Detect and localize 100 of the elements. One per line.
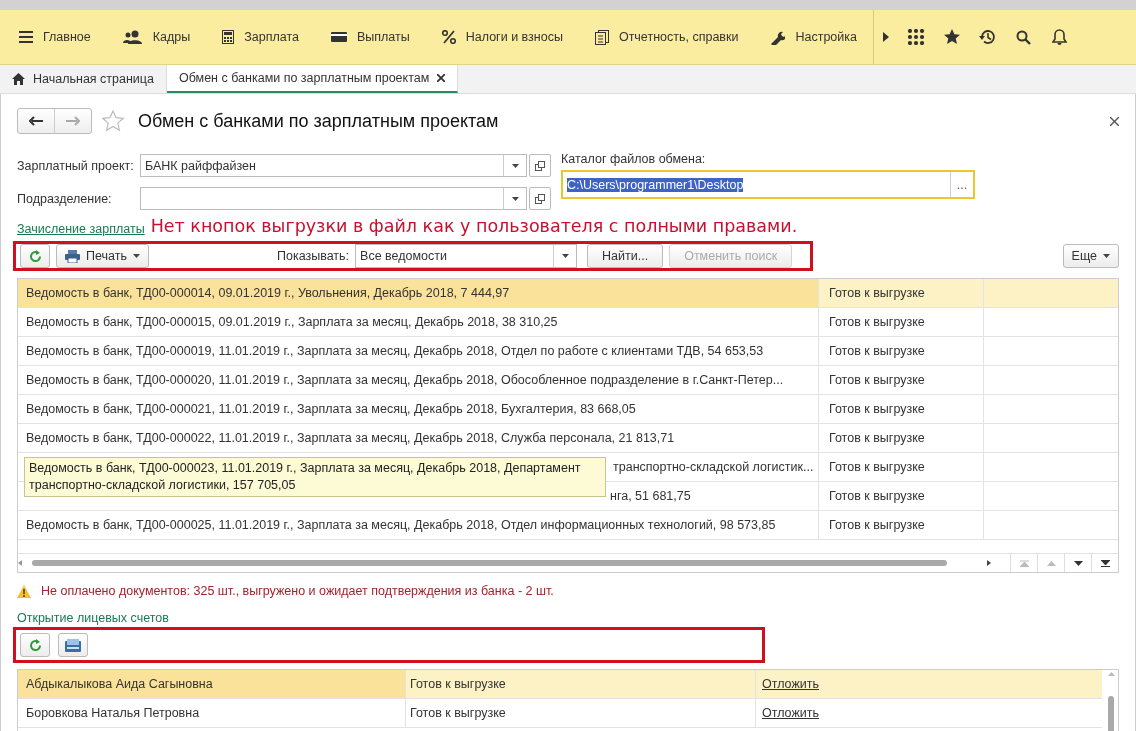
scrollbar-thumb[interactable]	[32, 560, 947, 566]
close-icon	[437, 74, 446, 82]
section-menu-item[interactable]: Выплаты	[311, 10, 423, 64]
home-icon	[12, 73, 25, 85]
table-cell-text: Боровкова Наталья Петровна	[25, 705, 201, 722]
statement-row[interactable]: Ведомость в банк, ТД00-000020, 11.01.2019 г., Зарплата за месяц, Декабрь 2018, Обособленное подразделение в г.Санкт-Петер... Готов к выгрузке	[18, 366, 1118, 395]
print-button[interactable]: Печать	[56, 244, 149, 268]
refresh-button[interactable]	[20, 244, 50, 268]
table-cell: Готов к выгрузке	[818, 366, 983, 394]
table-cell: Ведомость в банк, ТД00-000015, 09.01.2019 г., Зарплата за месяц, Декабрь 2018, 38 310,25	[26, 315, 558, 329]
table-cell: Готов к выгрузке	[818, 453, 983, 481]
field-label: Зарплатный проект:	[17, 158, 135, 173]
star-icon	[944, 29, 960, 45]
select-field[interactable]	[140, 187, 527, 210]
forward-arrow-icon	[66, 116, 80, 126]
open-window-icon	[535, 193, 545, 204]
expand-triangle-icon	[883, 32, 889, 42]
up-icon	[1046, 560, 1056, 566]
refresh-icon	[28, 638, 42, 652]
section-link[interactable]: Зачисление зарплаты	[17, 222, 145, 236]
dropdown-caret-icon	[511, 196, 519, 201]
field-label: Подразделение:	[17, 191, 113, 206]
printer-icon	[65, 249, 80, 263]
dropdown-caret-icon	[561, 254, 569, 258]
table-cell: Ведомость в банк, ТД00-000025, 11.01.2019 г., Зарплата за месяц, Декабрь 2018, Отдел информационных технологий, 98 573,85	[26, 518, 776, 532]
last-icon	[1100, 559, 1110, 567]
warning-text: Не оплачено документов: 325 шт., выгружено и ожидает подтверждения из банка - 2 шт.	[41, 584, 554, 598]
dropdown-caret-icon	[132, 254, 140, 258]
calculator-icon	[222, 30, 235, 44]
table-cell: Готов к выгрузке	[818, 279, 983, 307]
section-menu-item[interactable]: Налоги и взносы	[422, 10, 576, 64]
path-field[interactable]: C:\Users\programmer1\Desktop ...	[561, 170, 975, 199]
dropdown-caret-icon	[1103, 254, 1110, 258]
table-cell: Абдыкалыкова Аида Сагыновна	[18, 670, 405, 698]
scroll-up-icon	[1107, 672, 1115, 676]
annotation-text: Нет кнопок выгрузки в файл как у пользователя с полными правами.	[150, 216, 798, 236]
account-row[interactable]: Боровкова Наталья Петровна Готов к выгрузке Отложить	[18, 699, 1102, 728]
refresh-button[interactable]	[20, 633, 50, 657]
postpone-link[interactable]: Отложить	[762, 677, 819, 691]
table-cell: Ведомость в банк, ТД00-000021, 11.01.2019 г., Зарплата за месяц, Декабрь 2018, Бухгалтерия, 83 668,05	[26, 402, 636, 416]
card-reader-icon	[65, 638, 81, 652]
section-menu-item[interactable]: Кадры	[103, 10, 204, 64]
filter-label: Показывать:	[276, 249, 350, 263]
tab[interactable]: Обмен с банками по зарплатным проектам	[166, 65, 459, 93]
tooltip: Ведомость в банк, ТД00-000023, 11.01.2019 г., Зарплата за месяц, Декабрь 2018, Департамент транспортно-складской логистики, 157 705,05	[24, 457, 606, 497]
people-icon	[122, 30, 143, 44]
down-icon	[1073, 560, 1083, 566]
select-field[interactable]: БАНК райффайзен	[140, 154, 527, 177]
section-menu-item[interactable]: Зарплата	[203, 10, 312, 64]
scroll-right-icon	[987, 560, 991, 566]
open-button[interactable]	[529, 154, 551, 177]
bell-icon	[1052, 29, 1068, 45]
scroll-left-icon	[18, 560, 22, 566]
refresh-icon	[28, 249, 42, 263]
browse-button[interactable]: ...	[950, 172, 973, 197]
statement-row[interactable]: Ведомость в банк, ТД00-000025, 11.01.2019 г., Зарплата за месяц, Декабрь 2018, Отдел информационных технологий, 98 573,85 Готов к выгрузке	[18, 511, 1118, 540]
more-button[interactable]: Еще	[1062, 244, 1119, 268]
table-cell: Готов к выгрузке	[818, 424, 983, 452]
card-reader-button[interactable]	[58, 633, 88, 657]
statement-row[interactable]: Ведомость в банк, ТД00-000019, 11.01.2019 г., Зарплата за месяц, Декабрь 2018, Отдел по работе с клиентами ТДВ, 54 653,53 Готов к выгрузке	[18, 337, 1118, 366]
table-cell: Готов к выгрузке	[818, 337, 983, 365]
close-button[interactable]	[1110, 116, 1119, 126]
filter-select[interactable]: Все ведомости	[355, 244, 578, 268]
navigation-buttons[interactable]	[17, 108, 92, 134]
card-icon	[330, 32, 347, 42]
table-cell: Ведомость в банк, ТД00-000020, 11.01.2019 г., Зарплата за месяц, Декабрь 2018, Обособленное подразделение в г.Санкт-Петер...	[26, 373, 784, 387]
statement-row[interactable]: Ведомость в банк, ТД00-000014, 09.01.2019 г., Увольнения, Декабрь 2018, 7 444,97 Готов к выгрузке	[18, 279, 1118, 308]
table-cell: Ведомость в банк, ТД00-000014, 09.01.2019 г., Увольнения, Декабрь 2018, 7 444,97	[26, 286, 510, 300]
table-cell: Готов к выгрузке	[818, 308, 983, 336]
section-menu-item[interactable]: Настройка	[751, 10, 870, 64]
table-cell: транспортно-складской логистик...	[613, 460, 814, 474]
first-icon	[1019, 559, 1029, 567]
table-cell: Готов к выгрузке	[818, 511, 983, 539]
table-cell: Готов к выгрузке	[818, 395, 983, 423]
statement-row[interactable]: Ведомость в банк, ТД00-000022, 11.01.2019 г., Зарплата за месяц, Декабрь 2018, Служба персонала, 21 813,71 Готов к выгрузке	[18, 424, 1118, 453]
dropdown-caret-icon	[511, 163, 519, 168]
wrench-icon	[770, 29, 786, 45]
section-menu-item[interactable]: Главное	[0, 10, 104, 64]
close-icon	[1110, 116, 1119, 126]
table-cell: Готов к выгрузке	[405, 699, 755, 727]
percent-icon	[441, 30, 456, 44]
account-row[interactable]: Абдыкалыкова Аида Сагыновна Готов к выгрузке Отложить	[18, 670, 1102, 699]
statement-row[interactable]: Ведомость в банк, ТД00-000015, 09.01.2019 г., Зарплата за месяц, Декабрь 2018, 38 310,25 Готов к выгрузке	[18, 308, 1118, 337]
find-button[interactable]: Найти...	[587, 244, 664, 268]
section-link[interactable]: Открытие лицевых счетов	[17, 611, 169, 625]
statement-row[interactable]: Ведомость в банк, ТД00-000021, 11.01.2019 г., Зарплата за месяц, Декабрь 2018, Бухгалтерия, 83 668,05 Готов к выгрузке	[18, 395, 1118, 424]
menu-icon	[19, 31, 33, 43]
documents-icon	[594, 29, 609, 45]
table-cell: Готов к выгрузке	[405, 670, 755, 698]
table-cell: нга, 51 681,75	[610, 489, 691, 503]
history-icon	[979, 29, 997, 45]
open-button[interactable]	[529, 187, 551, 210]
open-window-icon	[535, 160, 545, 171]
table-cell: Готов к выгрузке	[818, 482, 983, 510]
tab[interactable]: Начальная страница	[0, 65, 167, 93]
favorite-star-icon	[102, 110, 124, 132]
scrollbar-thumb[interactable]	[1108, 696, 1114, 731]
back-arrow-icon	[29, 116, 43, 126]
postpone-link[interactable]: Отложить	[762, 706, 819, 720]
section-menu-item[interactable]: Отчетность, справки	[575, 10, 752, 64]
